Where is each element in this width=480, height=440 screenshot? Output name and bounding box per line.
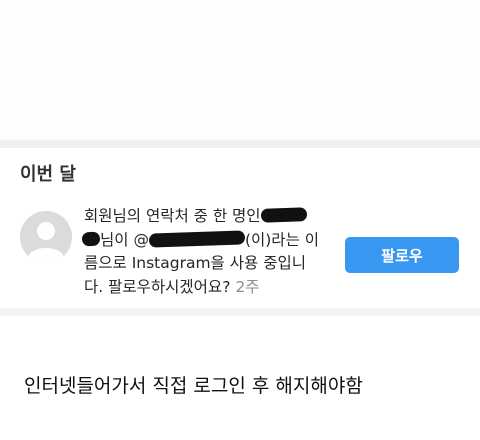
redacted-name — [260, 207, 307, 223]
redacted-username — [148, 229, 246, 248]
bottom-divider — [0, 308, 480, 316]
notification-message: 회원님의 연락처 중 한 명인 님이 @ (이)라는 이 름으로 Instagra… — [81, 205, 346, 299]
redacted-name-end — [81, 231, 101, 246]
caption-text: 인터넷들어가서 직접 로그인 후 해지해야함 — [24, 375, 363, 397]
timestamp: 2주 — [235, 277, 260, 296]
message-line1: 회원님의 연락처 중 한 명인 — [84, 207, 261, 225]
message-line3: 름으로 Instagram을 사용 중입니 — [84, 254, 306, 272]
message-line4: 다. 팔로우하시겠어요? — [84, 277, 231, 296]
section-divider — [0, 140, 480, 148]
message-line2-tail: (이)라는 이 — [244, 230, 320, 249]
section-title: 이번 달 — [20, 164, 76, 185]
activity-item[interactable]: 회원님의 연락처 중 한 명인 님이 @ (이)라는 이 름으로 Instagra… — [20, 205, 465, 301]
blank-top-area — [0, 0, 480, 140]
default-avatar-icon — [20, 211, 72, 263]
message-line2: 님이 @ — [100, 230, 149, 249]
instagram-activity-screenshot: 이번 달 회원님의 연락처 중 한 명인 님이 @ (이)라는 이 름으로 Ins… — [0, 0, 480, 316]
follow-button[interactable]: 팔로우 — [345, 237, 459, 273]
avatar[interactable] — [20, 211, 72, 263]
